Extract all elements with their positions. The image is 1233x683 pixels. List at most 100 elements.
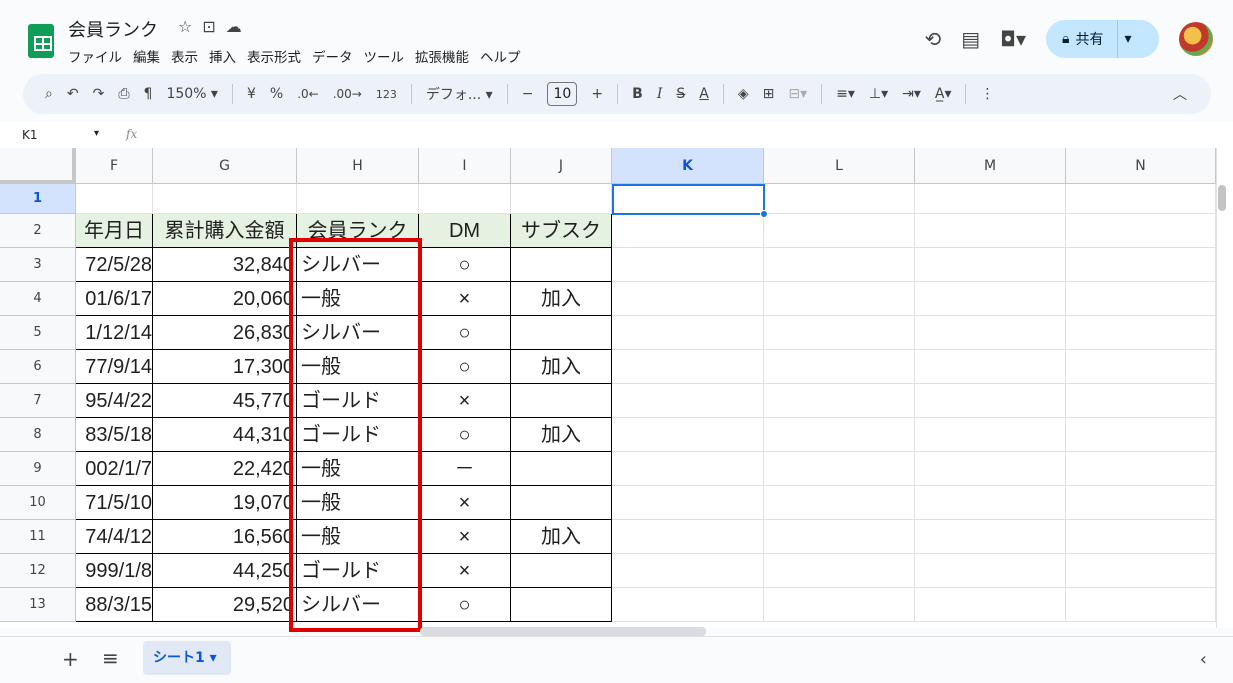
cell-l1[interactable] bbox=[764, 184, 915, 214]
cell-m11[interactable] bbox=[915, 520, 1066, 554]
strikethrough-icon[interactable]: S̶ bbox=[676, 86, 685, 102]
cell-l9[interactable] bbox=[764, 452, 915, 486]
cell-n13[interactable] bbox=[1066, 588, 1216, 622]
cell-i5[interactable]: ○ bbox=[419, 316, 511, 350]
share-button[interactable]: 🔒︎ 共有 ▾ bbox=[1046, 20, 1159, 58]
cell-l11[interactable] bbox=[764, 520, 915, 554]
cell-m3[interactable] bbox=[915, 248, 1066, 282]
add-sheet-icon[interactable]: + bbox=[62, 647, 79, 671]
cell-m2[interactable] bbox=[915, 214, 1066, 248]
cell-h11[interactable]: 一般 bbox=[297, 520, 419, 554]
cell-j3[interactable] bbox=[511, 248, 612, 282]
row-header-8[interactable]: 8 bbox=[0, 418, 76, 452]
cell-g8[interactable]: 44,310 bbox=[153, 418, 297, 452]
chevron-down-icon[interactable]: ▾ bbox=[94, 128, 99, 139]
sheets-logo-icon[interactable] bbox=[28, 24, 54, 58]
cell-l6[interactable] bbox=[764, 350, 915, 384]
vertical-scrollbar[interactable] bbox=[1216, 148, 1233, 628]
column-header-i[interactable]: I bbox=[419, 148, 511, 184]
document-title[interactable]: 会員ランク bbox=[68, 16, 158, 42]
row-header-4[interactable]: 4 bbox=[0, 282, 76, 316]
spreadsheet-grid[interactable]: F G H I J K L M N 1 2 年月日 累計購入金額 会員ランク DM サブスク 3 72/5/28 3… bbox=[0, 148, 1233, 628]
cell-k2[interactable] bbox=[612, 214, 764, 248]
cell-g11[interactable]: 16,560 bbox=[153, 520, 297, 554]
cell-m6[interactable] bbox=[915, 350, 1066, 384]
cell-f10[interactable]: 71/5/10 bbox=[76, 486, 153, 520]
cell-j11[interactable]: 加入 bbox=[511, 520, 612, 554]
cell-g13[interactable]: 29,520 bbox=[153, 588, 297, 622]
cell-f2[interactable]: 年月日 bbox=[76, 214, 153, 248]
cell-n7[interactable] bbox=[1066, 384, 1216, 418]
menu-item[interactable]: 挿入 bbox=[209, 46, 236, 66]
font-select[interactable]: デフォ... ▾ bbox=[426, 84, 493, 104]
row-header-2[interactable]: 2 bbox=[0, 214, 76, 248]
cell-h1[interactable] bbox=[297, 184, 419, 214]
cell-f8[interactable]: 83/5/18 bbox=[76, 418, 153, 452]
star-icon[interactable]: ☆ bbox=[178, 17, 202, 36]
cell-j2[interactable]: サブスク bbox=[511, 214, 612, 248]
column-header-h[interactable]: H bbox=[297, 148, 419, 184]
cell-f12[interactable]: 999/1/8 bbox=[76, 554, 153, 588]
cell-k10[interactable] bbox=[612, 486, 764, 520]
menu-item[interactable]: 表示 bbox=[171, 46, 198, 66]
all-sheets-icon[interactable]: ≡ bbox=[102, 646, 119, 670]
chevron-down-icon[interactable]: ▾ bbox=[1124, 31, 1131, 47]
align-vertical-icon[interactable]: ⊥▾ bbox=[869, 86, 888, 102]
font-size-increase-button[interactable]: + bbox=[591, 86, 603, 102]
cell-f13[interactable]: 88/3/15 bbox=[76, 588, 153, 622]
merge-cells-icon[interactable]: ⊟▾ bbox=[788, 86, 807, 102]
cell-m10[interactable] bbox=[915, 486, 1066, 520]
cell-g3[interactable]: 32,840 bbox=[153, 248, 297, 282]
row-header-9[interactable]: 9 bbox=[0, 452, 76, 486]
cell-i8[interactable]: ○ bbox=[419, 418, 511, 452]
currency-button[interactable]: ¥ bbox=[247, 86, 256, 102]
cell-g7[interactable]: 45,770 bbox=[153, 384, 297, 418]
bold-button[interactable]: B bbox=[632, 86, 643, 102]
cell-h2[interactable]: 会員ランク bbox=[297, 214, 419, 248]
cell-i7[interactable]: × bbox=[419, 384, 511, 418]
fill-handle[interactable] bbox=[760, 210, 768, 218]
cell-g10[interactable]: 19,070 bbox=[153, 486, 297, 520]
cloud-status-icon[interactable]: ☁ bbox=[226, 17, 252, 36]
cell-l10[interactable] bbox=[764, 486, 915, 520]
cell-i3[interactable]: ○ bbox=[419, 248, 511, 282]
cell-m13[interactable] bbox=[915, 588, 1066, 622]
cell-n2[interactable] bbox=[1066, 214, 1216, 248]
comments-icon[interactable]: ▤ bbox=[961, 27, 980, 51]
cell-n6[interactable] bbox=[1066, 350, 1216, 384]
cell-i11[interactable]: × bbox=[419, 520, 511, 554]
cell-n1[interactable] bbox=[1066, 184, 1216, 214]
cell-g12[interactable]: 44,250 bbox=[153, 554, 297, 588]
text-rotation-icon[interactable]: A̲▾ bbox=[935, 86, 952, 102]
row-header-6[interactable]: 6 bbox=[0, 350, 76, 384]
menu-item[interactable]: ヘルプ bbox=[480, 46, 521, 66]
cell-i13[interactable]: ○ bbox=[419, 588, 511, 622]
cell-f4[interactable]: 01/6/17 bbox=[76, 282, 153, 316]
redo-icon[interactable]: ↷ bbox=[93, 86, 105, 102]
percent-button[interactable]: % bbox=[270, 86, 283, 102]
column-header-f[interactable]: F bbox=[76, 148, 153, 184]
select-all-corner[interactable] bbox=[0, 148, 76, 184]
history-icon[interactable]: ⟲ bbox=[924, 27, 941, 51]
cell-n4[interactable] bbox=[1066, 282, 1216, 316]
row-header-13[interactable]: 13 bbox=[0, 588, 76, 622]
cell-j13[interactable] bbox=[511, 588, 612, 622]
cell-k5[interactable] bbox=[612, 316, 764, 350]
cell-n9[interactable] bbox=[1066, 452, 1216, 486]
cell-n10[interactable] bbox=[1066, 486, 1216, 520]
cell-h7[interactable]: ゴールド bbox=[297, 384, 419, 418]
menu-item[interactable]: 拡張機能 bbox=[415, 46, 469, 66]
menu-item[interactable]: ツール bbox=[364, 46, 405, 66]
cell-j10[interactable] bbox=[511, 486, 612, 520]
row-header-3[interactable]: 3 bbox=[0, 248, 76, 282]
cell-f11[interactable]: 74/4/12 bbox=[76, 520, 153, 554]
cell-l12[interactable] bbox=[764, 554, 915, 588]
cell-f3[interactable]: 72/5/28 bbox=[76, 248, 153, 282]
cell-j12[interactable] bbox=[511, 554, 612, 588]
borders-icon[interactable]: ⊞ bbox=[763, 86, 775, 102]
cell-k4[interactable] bbox=[612, 282, 764, 316]
name-box[interactable]: K1 bbox=[22, 128, 38, 142]
move-folder-icon[interactable]: ⊡ bbox=[202, 17, 225, 36]
cell-k13[interactable] bbox=[612, 588, 764, 622]
cell-k8[interactable] bbox=[612, 418, 764, 452]
